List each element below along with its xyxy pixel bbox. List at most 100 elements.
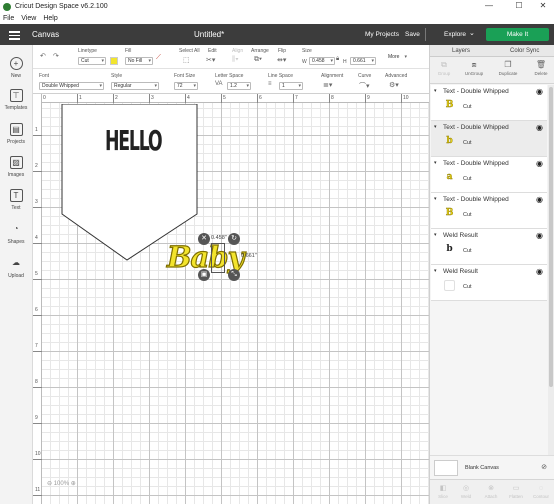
fill-select[interactable]: No Fill: [125, 57, 153, 65]
width-input[interactable]: 0.458: [309, 57, 335, 65]
zoom-level[interactable]: ⊖ 100% ⊕: [47, 480, 76, 487]
eye-icon[interactable]: ◉: [536, 123, 543, 132]
flatten-button[interactable]: ▭ Flatten: [505, 485, 527, 500]
eye-icon[interactable]: ◉: [536, 231, 543, 240]
ruler-tick: [33, 495, 42, 496]
eye-icon[interactable]: ◉: [536, 195, 543, 204]
layer-item[interactable]: ▾ Text - Double Whipped ◉ B Cut: [431, 85, 547, 121]
redo-icon[interactable]: ↷: [53, 52, 59, 60]
letter-space-input[interactable]: 1.2: [227, 82, 251, 90]
nav-templates[interactable]: ⊤ Templates: [0, 89, 32, 111]
delete-handle-icon[interactable]: ✕: [198, 233, 210, 245]
close-window-button[interactable]: ✕: [532, 0, 554, 13]
ungroup-label: UnGroup: [464, 71, 484, 76]
menu-help[interactable]: Help: [43, 15, 57, 22]
hello-text[interactable]: HELLO: [105, 124, 163, 157]
layer-item-selected[interactable]: ▾ Text - Double Whipped ◉ b Cut: [431, 121, 547, 157]
lock-icon[interactable]: 🔒︎: [336, 56, 339, 63]
save-link[interactable]: Save: [405, 31, 420, 38]
blank-canvas-row[interactable]: Blank Canvas ⊘: [430, 455, 554, 479]
projects-icon: ▤: [9, 123, 23, 136]
style-select[interactable]: Regular: [111, 82, 159, 90]
ruler-number: 2: [115, 95, 118, 101]
weld-label: Weld: [460, 494, 472, 499]
layer-item[interactable]: ▾ Text - Double Whipped ◉ a Cut: [431, 157, 547, 193]
edit-icon[interactable]: ✂▾: [206, 56, 215, 64]
group-button[interactable]: ⧉ Group: [433, 60, 455, 77]
ruler-number: 10: [403, 95, 409, 101]
eye-icon[interactable]: ◉: [536, 87, 543, 96]
curve-icon[interactable]: ⌒▾: [359, 81, 370, 91]
attach-button[interactable]: ⊗ Attach: [480, 485, 502, 500]
nav-new[interactable]: + New: [0, 57, 32, 79]
layer-item[interactable]: ▾ Weld Result ◉ Cut: [431, 265, 547, 301]
ruler-number: 6: [259, 95, 262, 101]
align-icon[interactable]: ⫼▾: [232, 56, 239, 64]
caret-icon[interactable]: ▾: [434, 268, 437, 274]
no-fill-icon[interactable]: ⟋: [156, 54, 161, 62]
layers-scrollbar[interactable]: [548, 85, 554, 480]
scrollbar-thumb[interactable]: [549, 87, 553, 387]
nav-projects[interactable]: ▤ Projects: [0, 123, 32, 145]
line-space-input[interactable]: 1: [279, 82, 303, 90]
explore-link[interactable]: Explore: [444, 31, 466, 38]
chevron-down-icon[interactable]: ⌄: [469, 29, 475, 37]
advanced-icon[interactable]: ⚙▾: [389, 81, 399, 89]
undo-icon[interactable]: ↶: [40, 52, 46, 60]
caret-icon[interactable]: ▾: [434, 160, 437, 166]
nav-text[interactable]: T Text: [0, 189, 32, 211]
linetype-color-swatch[interactable]: [110, 57, 118, 65]
height-input[interactable]: 0.661: [350, 57, 376, 65]
duplicate-icon: ❐: [504, 60, 512, 69]
menu-file[interactable]: File: [3, 15, 14, 22]
linetype-select[interactable]: Cut: [78, 57, 106, 65]
caret-icon[interactable]: ▾: [434, 196, 437, 202]
maximize-button[interactable]: ☐: [508, 0, 530, 13]
contour-button[interactable]: ◌ Contour: [530, 485, 552, 500]
linetype-label: Linetype: [78, 48, 97, 54]
rotate-handle-icon[interactable]: ↻: [228, 233, 240, 245]
layer-tools: ⧉ Group ⧈ UnGroup ❐ Duplicate 🗑︎ Delete: [430, 57, 554, 84]
ruler-tick: [33, 459, 42, 460]
arrange-icon[interactable]: ⧉▾: [254, 56, 262, 64]
width-prefix: W: [302, 59, 307, 65]
nav-images[interactable]: ▨ Images: [0, 156, 32, 178]
caret-icon[interactable]: ▾: [434, 232, 437, 238]
delete-button[interactable]: 🗑︎ Delete: [530, 60, 552, 77]
flip-icon[interactable]: ⇹▾: [277, 56, 286, 64]
ruler-number: 9: [35, 415, 38, 421]
minimize-button[interactable]: —: [478, 0, 500, 13]
layer-thumbnail: [444, 280, 455, 291]
ungroup-button[interactable]: ⧈ UnGroup: [463, 60, 485, 77]
my-projects-link[interactable]: My Projects: [365, 31, 399, 38]
select-all-icon[interactable]: ⬚: [183, 56, 190, 64]
tab-layers[interactable]: Layers: [452, 48, 470, 54]
font-select[interactable]: Double Whipped: [39, 82, 104, 90]
duplicate-button[interactable]: ❐ Duplicate: [496, 60, 520, 77]
menu-view[interactable]: View: [21, 15, 36, 22]
eye-icon[interactable]: ◉: [536, 159, 543, 168]
ruler-number: 7: [35, 343, 38, 349]
nav-shapes[interactable]: ◔ Shapes: [0, 223, 32, 245]
tab-color-sync[interactable]: Color Sync: [510, 48, 539, 54]
more-menu[interactable]: More: [386, 54, 408, 62]
upload-icon: ☁: [12, 258, 20, 267]
eye-off-icon[interactable]: ⊘: [541, 463, 547, 471]
blank-canvas-swatch[interactable]: [434, 460, 458, 476]
eye-icon[interactable]: ◉: [536, 267, 543, 276]
resize-handle-icon[interactable]: ⤡: [228, 269, 240, 281]
font-size-input[interactable]: 72: [174, 82, 198, 90]
layer-item[interactable]: ▾ Text - Double Whipped ◉ B Cut: [431, 193, 547, 229]
slice-button[interactable]: ◧ Slice: [433, 485, 453, 500]
alignment-icon[interactable]: ≣▾: [323, 81, 332, 89]
caret-icon[interactable]: ▾: [434, 124, 437, 130]
ungroup-icon: ⧈: [471, 60, 477, 69]
nav-upload[interactable]: ☁ Upload: [0, 257, 32, 279]
weld-button[interactable]: ◎ Weld: [456, 485, 476, 500]
caret-icon[interactable]: ▾: [434, 88, 437, 94]
hamburger-menu-icon[interactable]: [9, 31, 20, 40]
layer-item[interactable]: ▾ Weld Result ◉ b Cut: [431, 229, 547, 265]
ruler-number: 10: [35, 451, 41, 457]
lock-handle-icon[interactable]: ▣: [198, 269, 210, 281]
make-it-button[interactable]: Make It: [486, 28, 549, 41]
